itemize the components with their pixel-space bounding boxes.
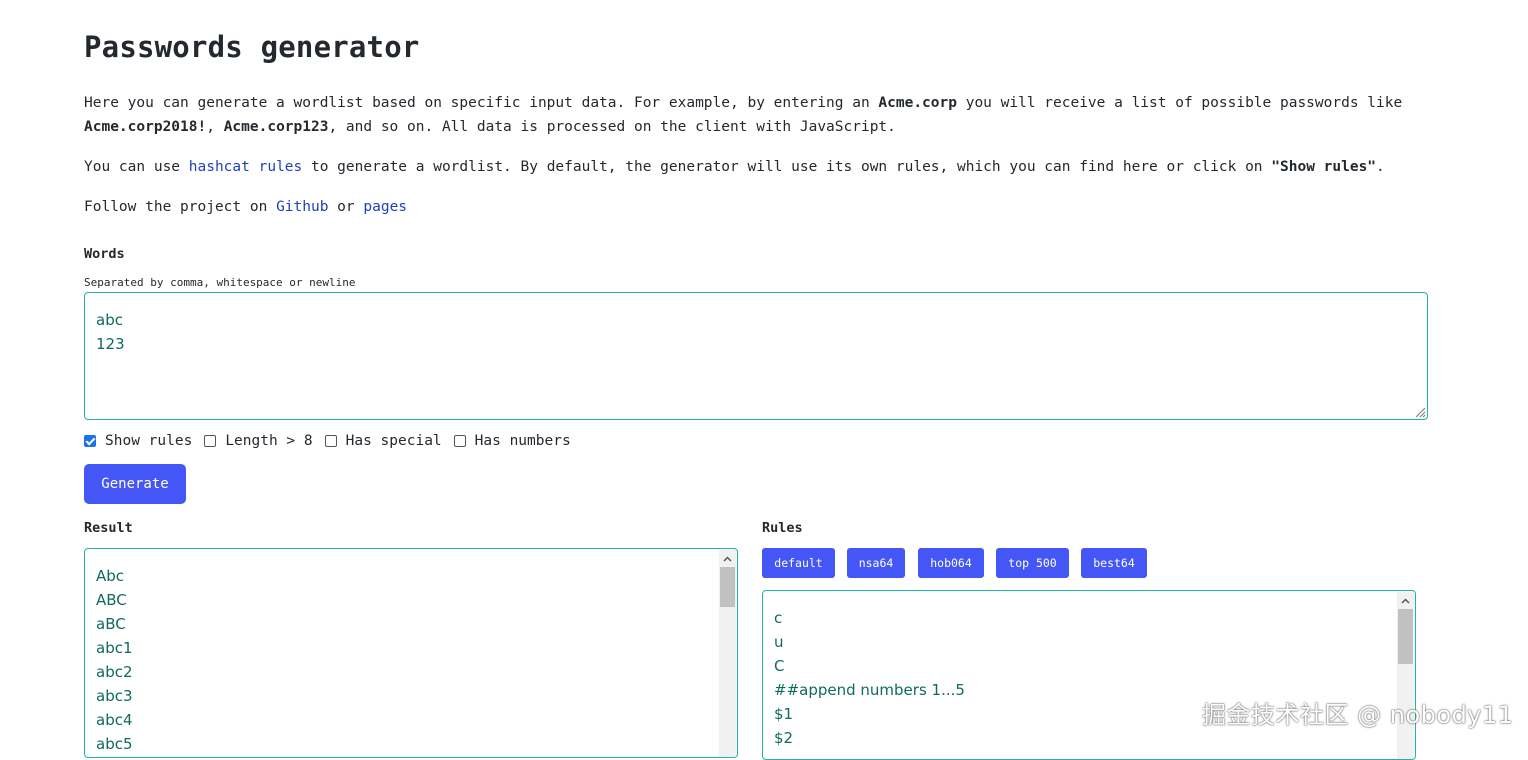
intro-text: You can use — [84, 159, 189, 175]
rules-scrollbar[interactable] — [1397, 592, 1414, 759]
rules-line: u — [774, 633, 784, 651]
intro-text: or — [328, 199, 364, 215]
result-line: abc5 — [96, 735, 133, 753]
result-line: ABC — [96, 591, 127, 609]
preset-hob064-button[interactable]: hob064 — [918, 548, 984, 578]
github-link[interactable]: Github — [276, 199, 328, 215]
words-line: 123 — [96, 335, 125, 353]
checkbox-checked-icon[interactable] — [84, 435, 96, 447]
result-line: abc4 — [96, 711, 133, 729]
intro-paragraph-3: Follow the project on Github or pages — [84, 195, 1424, 219]
preset-nsa64-button[interactable]: nsa64 — [847, 548, 905, 578]
intro-text: Here you can generate a wordlist based o… — [84, 95, 879, 111]
rules-label: Rules — [762, 520, 803, 536]
checkbox-icon[interactable] — [453, 435, 466, 447]
options-row: Show rules Length > 8 Has special Has numbe… — [84, 433, 583, 449]
words-line: abc — [96, 311, 123, 329]
preset-best64-button[interactable]: best64 — [1081, 548, 1147, 578]
option-label: Has special — [345, 433, 442, 449]
result-lines: Abc ABC aBC abc1 abc2 abc3 abc4 abc5 — [96, 564, 133, 756]
scroll-thumb[interactable] — [1398, 609, 1413, 664]
result-line: aBC — [96, 615, 126, 633]
intro-text: you will receive a list of possible pass… — [956, 95, 1403, 111]
option-label: Has numbers — [474, 433, 571, 449]
generate-button[interactable]: Generate — [84, 464, 186, 504]
option-has-numbers[interactable]: Has numbers — [453, 433, 571, 449]
words-label: Words — [84, 246, 125, 262]
show-rules-mention: "Show rules" — [1271, 159, 1377, 175]
rules-line: $1 — [774, 705, 794, 723]
result-line: abc2 — [96, 663, 133, 681]
page-title: Passwords generator — [84, 30, 420, 64]
intro-text: , — [206, 119, 224, 135]
resize-handle-icon[interactable] — [1414, 406, 1426, 418]
intro-text: . — [1376, 159, 1385, 175]
result-label: Result — [84, 520, 133, 536]
checkbox-icon[interactable] — [204, 435, 217, 447]
intro-paragraph-1: Here you can generate a wordlist based o… — [84, 91, 1424, 139]
option-show-rules[interactable]: Show rules — [84, 433, 192, 449]
scroll-up-icon[interactable] — [1397, 592, 1414, 609]
rules-line: C — [774, 657, 785, 675]
words-hint: Separated by comma, whitespace or newlin… — [84, 276, 356, 289]
result-line: abc1 — [96, 639, 133, 657]
example-word: Acme.corp — [878, 95, 957, 111]
result-textarea[interactable]: Abc ABC aBC abc1 abc2 abc3 abc4 abc5 — [84, 548, 738, 758]
example-password-2: Acme.corp123 — [223, 119, 329, 135]
watermark: 掘金技术社区 @ nobody11 — [1202, 701, 1514, 729]
option-label: Show rules — [105, 433, 193, 449]
words-lines: abc 123 — [96, 308, 125, 356]
rules-line: ##append numbers 1...5 — [774, 681, 965, 699]
hashcat-rules-link[interactable]: hashcat rules — [189, 159, 303, 175]
option-has-special[interactable]: Has special — [324, 433, 442, 449]
pages-link[interactable]: pages — [363, 199, 407, 215]
rules-line: $2 — [774, 729, 794, 747]
intro-text: , and so on. All data is processed on th… — [328, 119, 896, 135]
preset-default-button[interactable]: default — [762, 548, 835, 578]
words-textarea[interactable]: abc 123 — [84, 292, 1428, 420]
rules-lines: c u C ##append numbers 1...5 $1 $2 — [774, 606, 965, 750]
preset-top-500-button[interactable]: top 500 — [996, 548, 1069, 578]
option-label: Length > 8 — [225, 433, 313, 449]
rules-textarea[interactable]: c u C ##append numbers 1...5 $1 $2 — [762, 590, 1416, 760]
checkbox-icon[interactable] — [324, 435, 337, 447]
example-password-1: Acme.corp2018! — [84, 119, 207, 135]
intro-paragraph-2: You can use hashcat rules to generate a … — [84, 155, 1424, 179]
result-line: abc3 — [96, 687, 133, 705]
scroll-up-icon[interactable] — [719, 550, 736, 567]
result-line: Abc — [96, 567, 125, 585]
intro-text: Follow the project on — [84, 199, 277, 215]
result-scrollbar[interactable] — [719, 550, 736, 757]
rules-line: c — [774, 609, 783, 627]
intro-text: to generate a wordlist. By default, the … — [302, 159, 1272, 175]
option-length-8[interactable]: Length > 8 — [204, 433, 313, 449]
scroll-thumb[interactable] — [720, 567, 735, 607]
